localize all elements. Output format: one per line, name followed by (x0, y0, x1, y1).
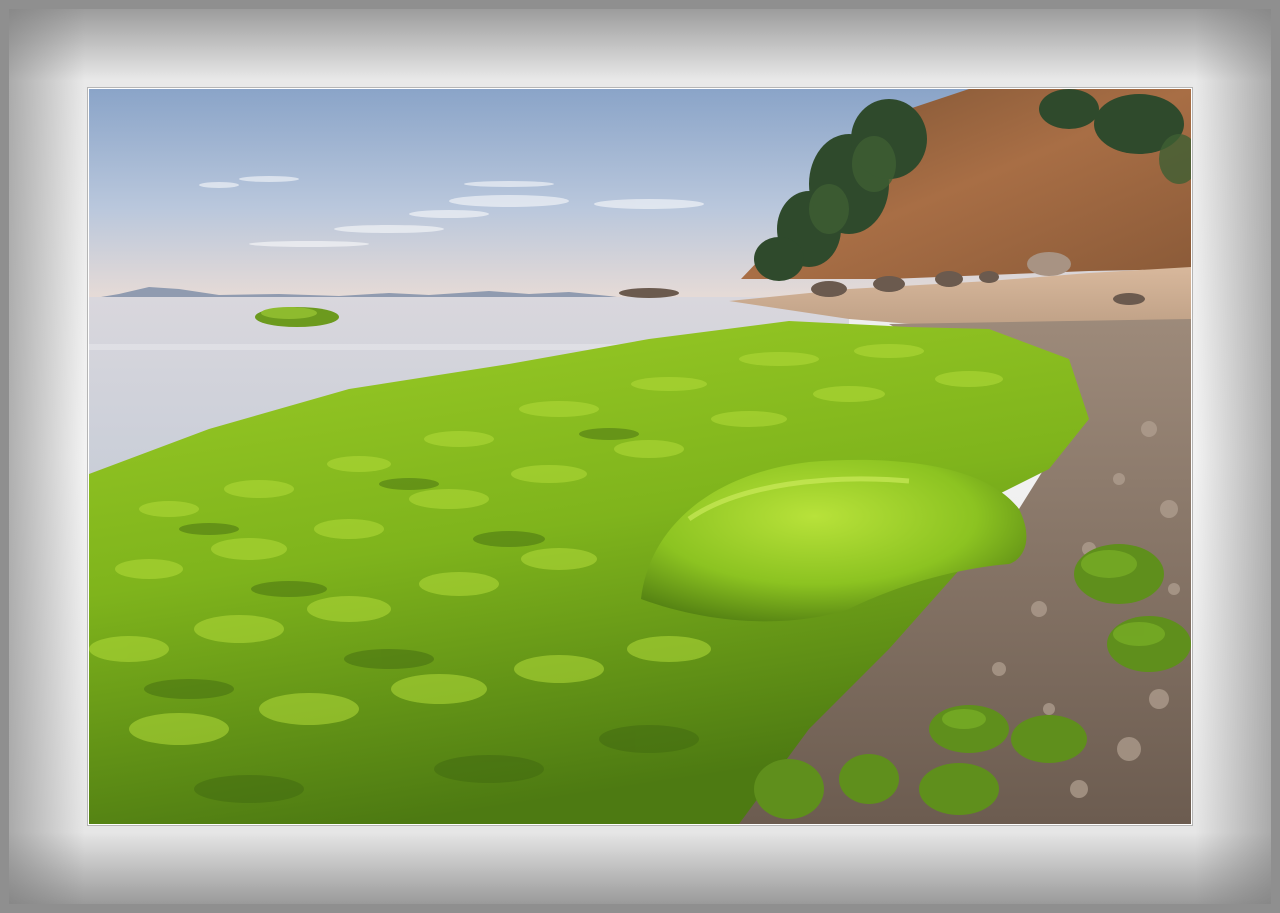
landscape-photo (88, 88, 1192, 825)
photo-canvas (89, 89, 1191, 824)
